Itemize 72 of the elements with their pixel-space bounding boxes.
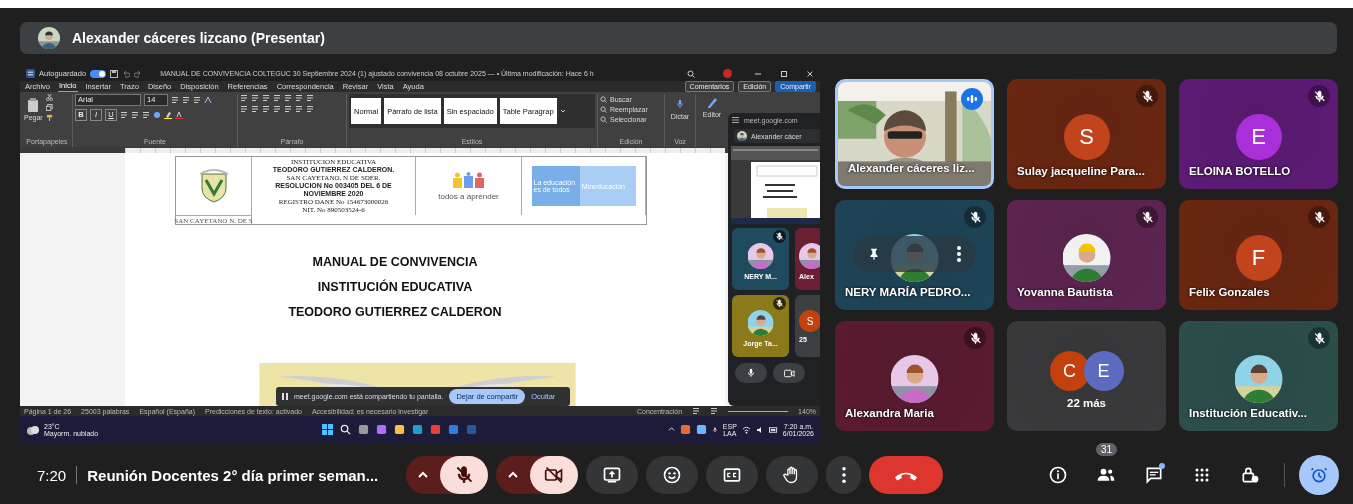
more-participants-count: 22 más: [1067, 397, 1106, 409]
avatar-initial: S: [799, 310, 820, 332]
meeting-time: 7:20: [37, 466, 67, 484]
caret-icon[interactable]: [667, 426, 675, 433]
camera-button[interactable]: [773, 363, 805, 383]
microphone-button[interactable]: [735, 363, 767, 383]
avatar-initial: F: [1235, 235, 1282, 281]
battery-icon: [768, 426, 778, 433]
lock-icon: [1240, 465, 1260, 485]
copy-icon[interactable]: [45, 104, 53, 111]
emoji-button[interactable]: [646, 456, 698, 494]
microphone-button[interactable]: [440, 456, 488, 494]
caret-icon[interactable]: [559, 108, 566, 114]
avatar-initial: S: [1063, 114, 1110, 160]
user-avatar-icon[interactable]: [723, 69, 732, 78]
participant-name: Alexandra Maria: [844, 407, 935, 421]
microphone-off-icon: [454, 465, 474, 485]
editor-icon[interactable]: [706, 97, 718, 109]
start-icon[interactable]: [322, 424, 333, 435]
save-icon[interactable]: [110, 69, 119, 78]
document-heading: TEODORO GUTIERREZ CALDERON: [288, 305, 502, 319]
participant-name: Yovanna Bautista: [1016, 286, 1114, 300]
raise-hand-button[interactable]: [766, 456, 818, 494]
more-options-button[interactable]: [826, 456, 861, 494]
camera-button[interactable]: [530, 456, 578, 494]
avatar-initial: E: [1083, 351, 1124, 391]
avatar-initial: E: [1235, 114, 1282, 160]
info-icon: [1048, 465, 1068, 485]
more-icon: [841, 467, 846, 483]
participant-count: 31: [1096, 443, 1118, 456]
pause-icon[interactable]: [282, 393, 288, 400]
wifi-icon: [741, 425, 751, 434]
document-heading: MANUAL DE CONVIVENCIA: [312, 255, 478, 269]
document-heading: INSTITUCIÓN EDUCATIVA: [317, 280, 473, 294]
present-icon: [602, 465, 622, 485]
redo-icon[interactable]: [134, 69, 143, 78]
meeting-title: Reunión Docentes 2° día primer seman...: [87, 466, 379, 484]
microphone-icon: [746, 368, 756, 378]
captions-button[interactable]: [706, 456, 758, 494]
activities-button[interactable]: [1299, 455, 1339, 495]
participant-name: Alexander cáceres liz...: [847, 162, 976, 176]
participant-name: Felix Gonzales: [1188, 286, 1271, 300]
brand-text: todos a aprender: [438, 191, 499, 201]
close-icon[interactable]: [806, 69, 814, 78]
search-icon[interactable]: [340, 424, 351, 435]
captions-icon: [722, 465, 742, 485]
autosave-toggle[interactable]: [90, 69, 107, 78]
menu-icon[interactable]: [732, 117, 739, 123]
undo-icon[interactable]: [122, 69, 131, 78]
speaker-icon: [755, 425, 764, 434]
more-icon[interactable]: [956, 246, 962, 262]
participant-name: ELOINA BOTELLO: [1188, 165, 1292, 179]
presenter-name: Alexander cáceres lizcano (Presentar): [72, 30, 325, 46]
present-button[interactable]: [586, 456, 638, 494]
font-color-icon[interactable]: [175, 111, 183, 119]
clipboard-icon[interactable]: [26, 97, 41, 112]
format-painter-icon[interactable]: [45, 114, 53, 121]
camera-icon: [783, 368, 795, 378]
cloud-icon: [26, 424, 40, 435]
clock-icon: [1309, 465, 1329, 485]
cut-icon[interactable]: [45, 94, 53, 101]
participant-name: Institución Educativ...: [1188, 407, 1308, 421]
search-icon[interactable]: [687, 69, 695, 78]
highlight-icon[interactable]: [164, 111, 172, 119]
participant-name: Sulay jacqueline Para...: [1016, 165, 1146, 179]
maximize-icon[interactable]: [780, 69, 788, 78]
camera-off-icon: [544, 465, 564, 485]
chat-icon: [1144, 465, 1164, 485]
leave-call-button[interactable]: [869, 456, 943, 494]
microphone-icon[interactable]: [711, 425, 718, 434]
emoji-icon: [662, 465, 682, 485]
participant-name: NERY MARÍA PEDRO...: [844, 286, 972, 300]
